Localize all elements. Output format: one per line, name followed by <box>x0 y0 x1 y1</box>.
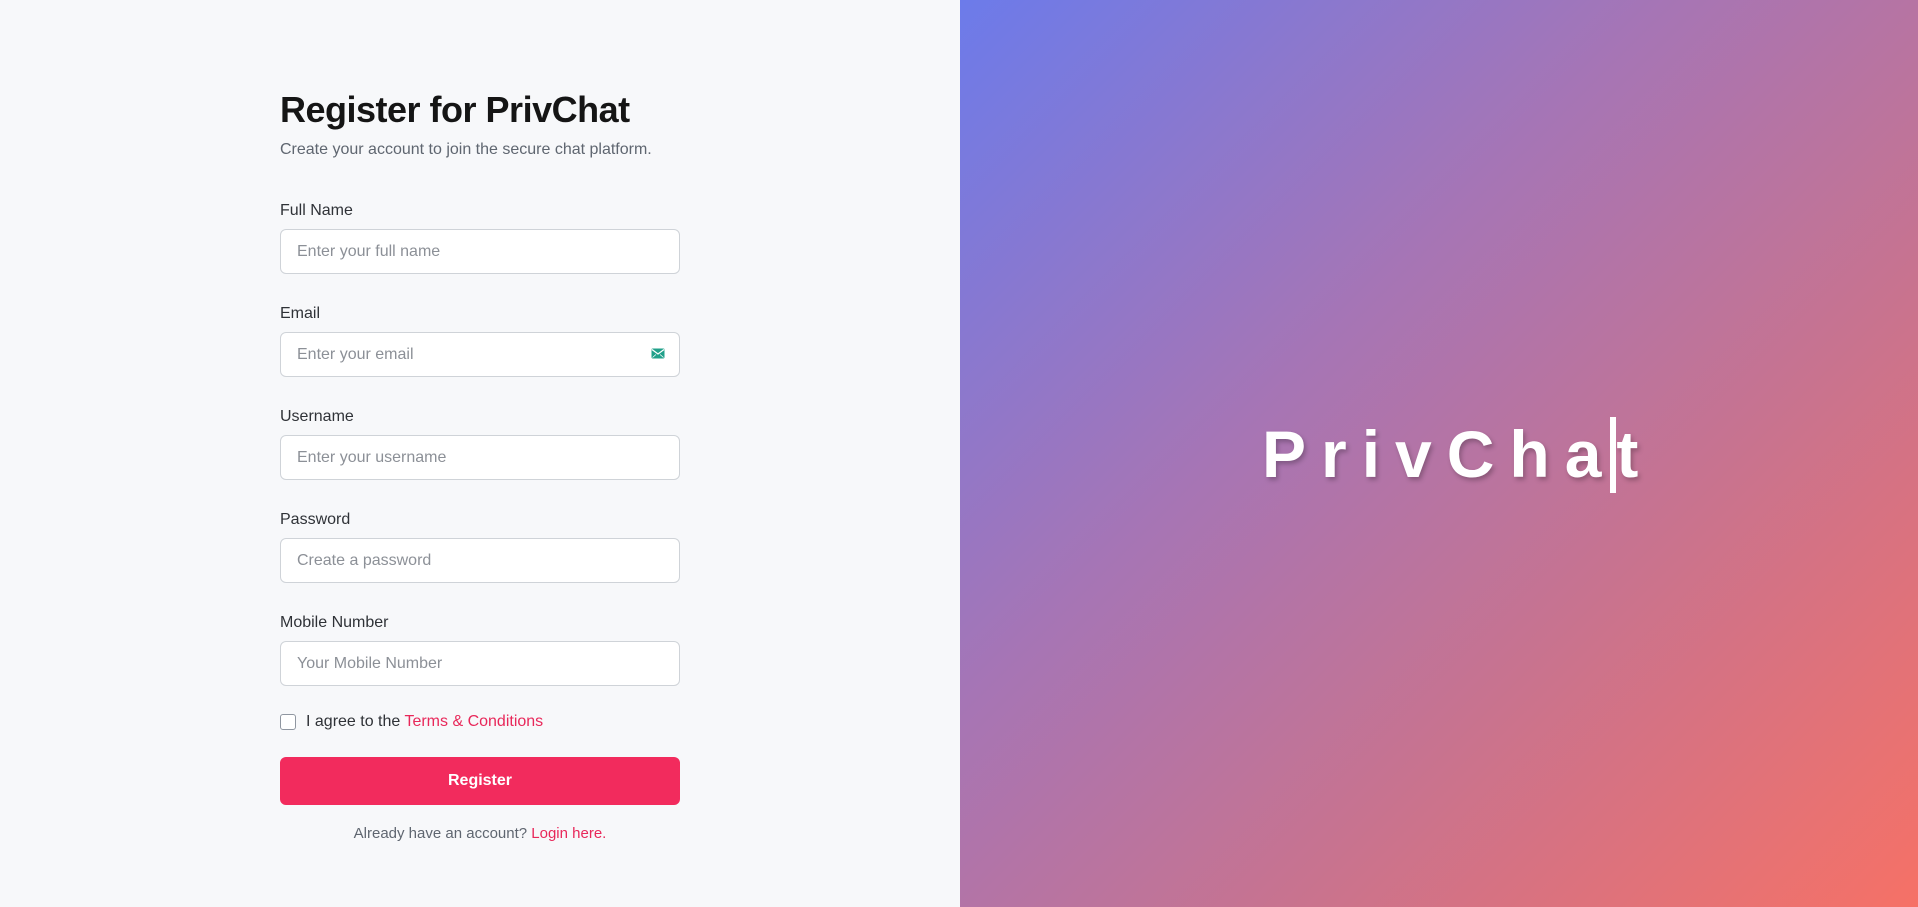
mobile-number-field: Mobile Number <box>280 613 680 686</box>
email-label: Email <box>280 305 321 322</box>
form-panel: Register for PrivChat Create your accoun… <box>0 0 960 907</box>
mobile-number-input[interactable] <box>281 642 679 685</box>
password-input[interactable] <box>281 539 679 582</box>
password-label: Password <box>280 511 351 528</box>
terms-link[interactable]: Terms & Conditions <box>404 713 543 730</box>
mail-icon <box>651 348 665 359</box>
register-button[interactable]: Register <box>280 757 680 805</box>
password-input-box <box>280 538 680 583</box>
full-name-input-box <box>280 229 680 274</box>
full-name-field: Full Name <box>280 201 680 274</box>
full-name-input[interactable] <box>281 230 679 273</box>
page-subtitle: Create your account to join the secure c… <box>280 141 652 158</box>
email-input-box <box>280 332 680 377</box>
brand-wordmark: PrivChat <box>1262 417 1654 491</box>
terms-agreement-row: I agree to the Terms & Conditions <box>280 712 680 732</box>
username-input[interactable] <box>281 436 679 479</box>
full-name-label: Full Name <box>280 202 353 219</box>
username-label: Username <box>280 408 354 425</box>
terms-agreement-text: I agree to the Terms & Conditions <box>306 713 543 731</box>
terms-checkbox[interactable] <box>280 714 296 730</box>
terms-prefix: I agree to the <box>306 713 401 730</box>
username-field: Username <box>280 407 680 480</box>
login-link[interactable]: Login here. <box>531 825 606 842</box>
username-input-box <box>280 435 680 480</box>
login-prompt-row: Already have an account? Login here. <box>280 824 680 844</box>
mobile-number-label: Mobile Number <box>280 614 389 631</box>
page-title: Register for PrivChat <box>280 89 630 130</box>
login-prompt-text: Already have an account? <box>353 825 528 842</box>
register-form: Register for PrivChat Create your accoun… <box>280 88 680 844</box>
typing-cursor <box>1610 417 1616 493</box>
email-field: Email <box>280 304 680 377</box>
mobile-number-input-box <box>280 641 680 686</box>
password-field: Password <box>280 510 680 583</box>
email-input[interactable] <box>281 333 679 376</box>
